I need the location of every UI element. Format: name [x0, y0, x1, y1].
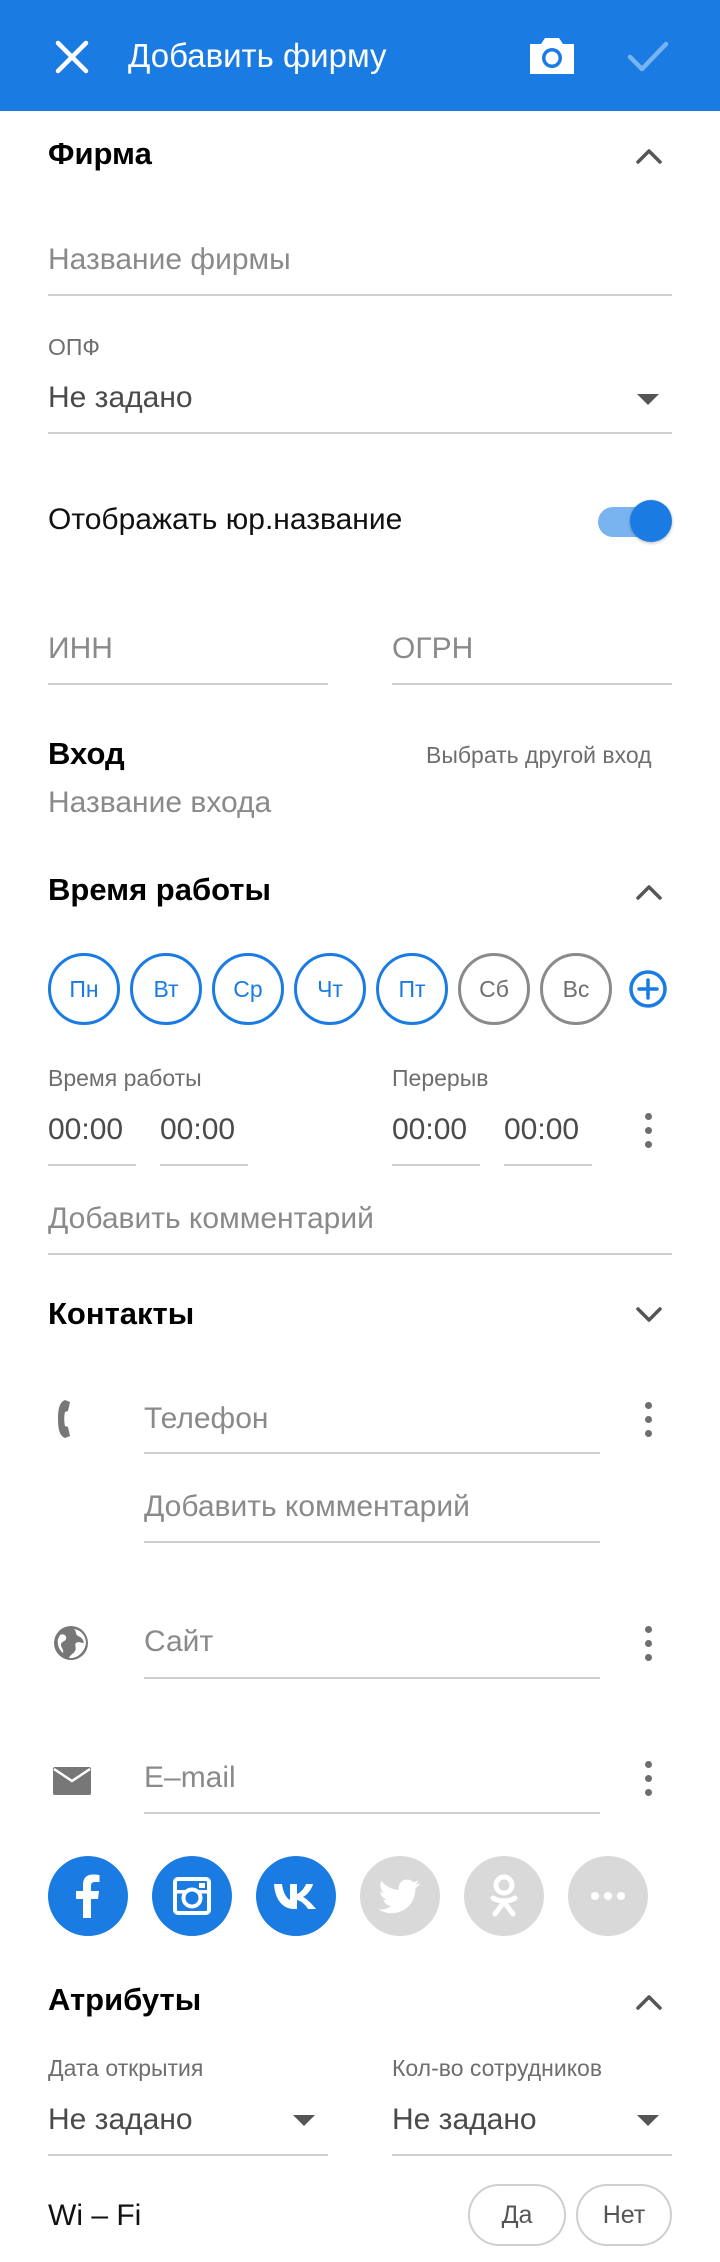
divider [504, 1164, 592, 1166]
check-icon[interactable] [624, 36, 672, 76]
divider [144, 1541, 600, 1543]
vk-icon [274, 1884, 316, 1909]
app-bar: Добавить фирму [0, 0, 720, 111]
site-input[interactable]: Сайт [144, 1622, 213, 1662]
email-icon [53, 1767, 91, 1795]
odnoklassniki-button[interactable] [464, 1856, 544, 1936]
day-wednesday[interactable]: Ср [212, 953, 284, 1025]
divider [392, 1164, 480, 1166]
day-saturday[interactable]: Сб [458, 953, 530, 1025]
instagram-icon [173, 1877, 211, 1915]
open-date-select[interactable]: Не задано [48, 2100, 193, 2140]
twitter-icon [378, 1879, 420, 1914]
work-to-input[interactable]: 00:00 [160, 1110, 235, 1150]
chevron-down-icon[interactable] [634, 1304, 664, 1324]
odnoklassniki-icon [490, 1874, 518, 1917]
work-time-label: Время работы [48, 1065, 202, 1091]
divider [160, 1164, 248, 1166]
facebook-button[interactable] [48, 1856, 128, 1936]
open-date-label: Дата открытия [48, 2055, 204, 2081]
camera-icon[interactable] [526, 36, 578, 76]
day-friday[interactable]: Пт [376, 953, 448, 1025]
phone-comment-input[interactable]: Добавить комментарий [144, 1487, 470, 1527]
more-vertical-icon[interactable] [643, 1761, 653, 1797]
firm-name-input[interactable]: Название фирмы [48, 240, 291, 280]
wifi-label: Wi – Fi [48, 2199, 142, 2232]
divider [48, 2154, 328, 2156]
opf-select[interactable]: Не задано [48, 378, 193, 418]
divider [48, 432, 672, 434]
hours-comment-input[interactable]: Добавить комментарий [48, 1199, 374, 1239]
add-circle-icon[interactable] [628, 969, 668, 1009]
employees-select[interactable]: Не задано [392, 2100, 537, 2140]
close-icon[interactable] [50, 35, 94, 79]
dropdown-arrow-icon[interactable] [637, 2115, 659, 2126]
phone-input[interactable]: Телефон [144, 1399, 268, 1439]
day-thursday[interactable]: Чт [294, 953, 366, 1025]
choose-other-entrance-link[interactable]: Выбрать другой вход [426, 740, 652, 770]
dropdown-arrow-icon[interactable] [293, 2115, 315, 2126]
chevron-up-icon[interactable] [634, 882, 664, 902]
section-title-entrance: Вход [48, 736, 125, 771]
divider [48, 1253, 672, 1255]
divider [48, 1164, 136, 1166]
divider [144, 1812, 600, 1814]
more-vertical-icon[interactable] [643, 1402, 653, 1438]
divider [392, 2154, 672, 2156]
more-vertical-icon[interactable] [643, 1113, 653, 1149]
section-title-firm: Фирма [48, 136, 152, 171]
divider [48, 683, 328, 685]
wifi-no-button[interactable]: Нет [576, 2184, 672, 2246]
employees-label: Кол-во сотрудников [392, 2055, 603, 2081]
section-title-contacts: Контакты [48, 1296, 195, 1331]
divider [48, 294, 672, 296]
work-from-input[interactable]: 00:00 [48, 1110, 123, 1150]
phone-icon [58, 1400, 70, 1438]
day-tuesday[interactable]: Вт [130, 953, 202, 1025]
page-title: Добавить фирму [128, 37, 387, 74]
chevron-up-icon[interactable] [634, 1992, 664, 2012]
dropdown-arrow-icon[interactable] [637, 394, 659, 405]
ogrn-input[interactable]: ОГРН [392, 629, 473, 669]
divider [392, 683, 672, 685]
toggle-knob[interactable] [630, 500, 672, 542]
globe-icon [54, 1626, 88, 1660]
opf-label: ОПФ [48, 334, 100, 360]
twitter-button[interactable] [360, 1856, 440, 1936]
email-input[interactable]: E–mail [144, 1758, 236, 1798]
facebook-icon [76, 1874, 100, 1918]
inn-input[interactable]: ИНН [48, 629, 113, 669]
entrance-name-input[interactable]: Название входа [48, 783, 271, 823]
instagram-button[interactable] [152, 1856, 232, 1936]
divider [144, 1452, 600, 1454]
chevron-up-icon[interactable] [634, 146, 664, 166]
divider [144, 1677, 600, 1679]
break-to-input[interactable]: 00:00 [504, 1110, 579, 1150]
more-vertical-icon[interactable] [643, 1626, 653, 1662]
day-sunday[interactable]: Вс [540, 953, 612, 1025]
vk-button[interactable] [256, 1856, 336, 1936]
section-title-attributes: Атрибуты [48, 1982, 202, 2017]
more-horizontal-icon [591, 1892, 625, 1900]
day-monday[interactable]: Пн [48, 953, 120, 1025]
section-title-hours: Время работы [48, 872, 271, 907]
show-legal-name-label: Отображать юр.название [48, 503, 403, 536]
wifi-yes-button[interactable]: Да [468, 2184, 566, 2246]
break-from-input[interactable]: 00:00 [392, 1110, 467, 1150]
more-socials-button[interactable] [568, 1856, 648, 1936]
break-label: Перерыв [392, 1065, 489, 1091]
